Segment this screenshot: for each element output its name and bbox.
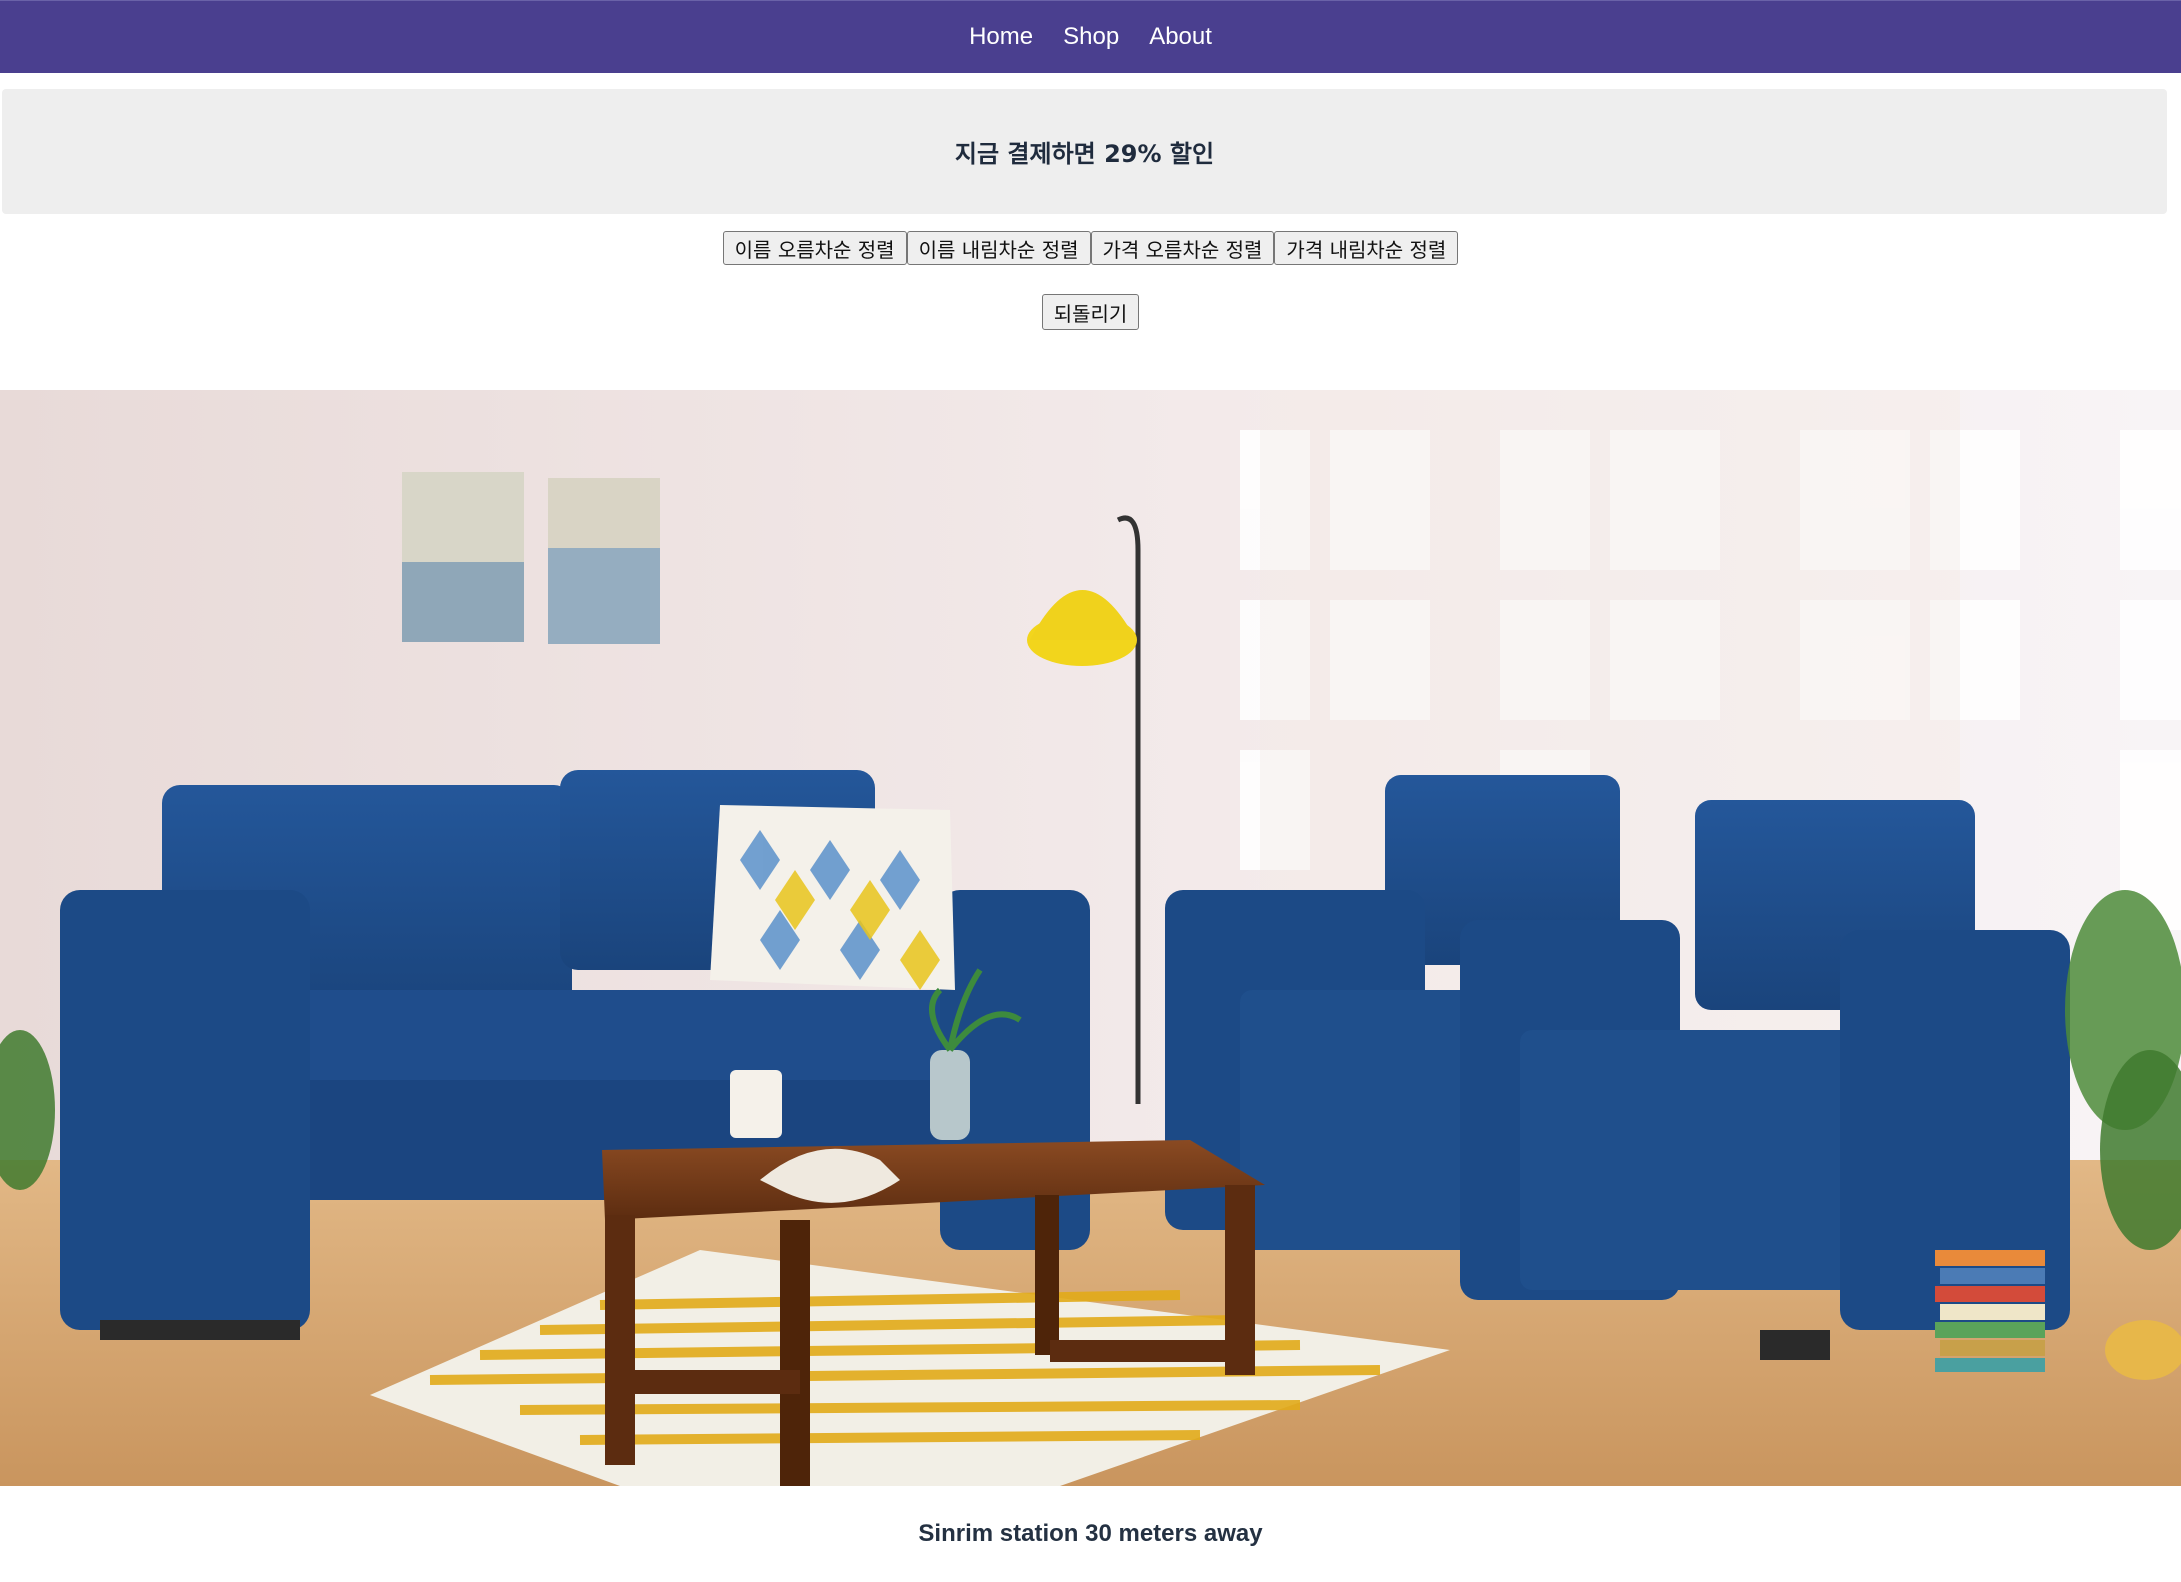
sort-button-group: 이름 오름차순 정렬 이름 내림차순 정렬 가격 오름차순 정렬 가격 내림차순… bbox=[0, 231, 2181, 265]
nav-home-link[interactable]: Home bbox=[969, 23, 1033, 51]
reset-button[interactable]: 되돌리기 bbox=[1041, 294, 1140, 330]
promo-text: 지금 결제하면 29% 할인 bbox=[954, 140, 1215, 168]
living-room-product-image bbox=[0, 390, 2181, 1486]
reset-row: 되돌리기 bbox=[0, 294, 2181, 330]
promo-banner: 지금 결제하면 29% 할인 bbox=[2, 89, 2167, 214]
nav-shop-link[interactable]: Shop bbox=[1063, 23, 1119, 51]
location-caption: Sinrim station 30 meters away bbox=[918, 1520, 1263, 1547]
sort-name-desc-button[interactable]: 이름 내림차순 정렬 bbox=[906, 231, 1091, 265]
top-navbar: Home Shop About bbox=[0, 0, 2181, 73]
sort-name-asc-button[interactable]: 이름 오름차순 정렬 bbox=[722, 231, 907, 265]
sort-price-desc-button[interactable]: 가격 내림차순 정렬 bbox=[1274, 231, 1459, 265]
nav-about-link[interactable]: About bbox=[1149, 23, 1212, 51]
sort-price-asc-button[interactable]: 가격 오름차순 정렬 bbox=[1090, 231, 1275, 265]
